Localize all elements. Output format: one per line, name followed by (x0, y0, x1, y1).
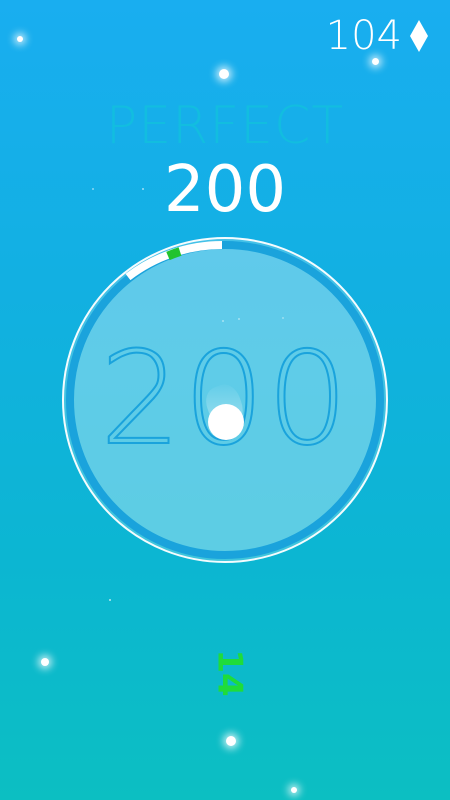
ball-icon (208, 404, 244, 440)
sparkle (219, 69, 229, 79)
gem-counter: 104 (326, 16, 428, 56)
sparkle (226, 736, 236, 746)
sparkle (17, 36, 23, 42)
diamond-icon (410, 20, 428, 56)
sparkle (109, 599, 111, 601)
sparkle (41, 658, 49, 666)
combo-counter: 14 (209, 649, 250, 697)
sparkle (291, 787, 297, 793)
rating-label: PERFECT (105, 96, 345, 156)
game-dial[interactable]: 200 (62, 237, 388, 563)
gem-count: 104 (325, 13, 402, 59)
sparkle (372, 58, 379, 65)
points-label: 200 (163, 153, 287, 227)
